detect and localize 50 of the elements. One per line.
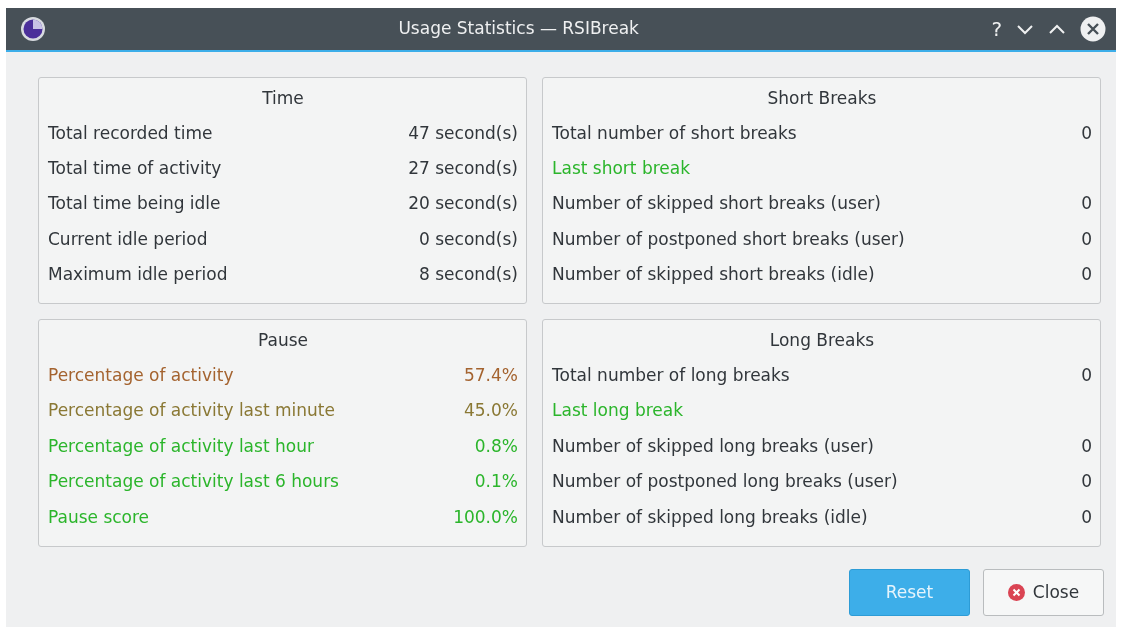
stat-label: Number of postponed short breaks (user) <box>552 227 905 251</box>
stat-label: Percentage of activity last hour <box>48 434 314 458</box>
stat-value: 0 <box>1081 505 1092 529</box>
stat-label: Number of skipped long breaks (user) <box>552 434 874 458</box>
stat-label: Current idle period <box>48 227 208 251</box>
maximize-button[interactable] <box>1048 23 1066 35</box>
stat-value: 0 second(s) <box>419 227 518 251</box>
stat-label: Percentage of activity <box>48 363 234 387</box>
stat-value: 8 second(s) <box>419 263 518 287</box>
stat-label: Total number of short breaks <box>552 121 797 145</box>
close-button[interactable]: Close <box>983 568 1104 616</box>
stat-label: Last short break <box>552 156 691 180</box>
stat-value: 0 <box>1081 470 1092 494</box>
stat-value: 0 <box>1081 263 1092 287</box>
stat-label: Last long break <box>552 399 684 423</box>
app-icon <box>20 16 46 42</box>
stat-value: 0 <box>1081 121 1092 145</box>
stat-label: Total time being idle <box>48 192 221 216</box>
minimize-button[interactable] <box>1016 23 1034 35</box>
window-title: Usage Statistics — RSIBreak <box>397 17 640 41</box>
stat-value: 0 <box>1081 434 1092 458</box>
stat-label: Pause score <box>48 505 150 529</box>
stat-label: Number of skipped short breaks (user) <box>552 192 881 216</box>
stat-label: Total number of long breaks <box>552 363 790 387</box>
group-title: Time <box>261 87 305 110</box>
stat-label: Percentage of activity last 6 hours <box>48 470 339 494</box>
stat-label: Percentage of activity last minute <box>48 399 335 423</box>
stat-value: 0 <box>1081 363 1092 387</box>
stat-value: 100.0% <box>453 505 518 529</box>
stat-label: Maximum idle period <box>48 263 228 287</box>
stat-label: Number of skipped short breaks (idle) <box>552 263 875 287</box>
stat-label: Total time of activity <box>48 156 222 180</box>
stat-value: 0 <box>1081 192 1092 216</box>
stat-value: 0 <box>1081 227 1092 251</box>
stat-label: Number of postponed long breaks (user) <box>552 470 898 494</box>
group-title: Short Breaks <box>766 87 878 110</box>
stat-value: 47 second(s) <box>408 121 518 145</box>
close-icon <box>1007 583 1025 601</box>
group-title: Long Breaks <box>768 329 876 353</box>
stat-value: 27 second(s) <box>408 156 518 180</box>
help-button[interactable]: ? <box>991 14 1002 44</box>
stat-value: 20 second(s) <box>408 192 518 216</box>
close-button[interactable] <box>1080 16 1106 42</box>
stat-value: 57.4% <box>464 363 518 387</box>
stat-value: 0.1% <box>474 470 518 494</box>
stat-label: Number of skipped long breaks (idle) <box>552 505 868 529</box>
stat-value: 0.8% <box>474 434 518 458</box>
group-title: Pause <box>257 329 309 353</box>
stat-label: Total recorded time <box>48 121 213 145</box>
stat-value: 45.0% <box>464 399 518 423</box>
